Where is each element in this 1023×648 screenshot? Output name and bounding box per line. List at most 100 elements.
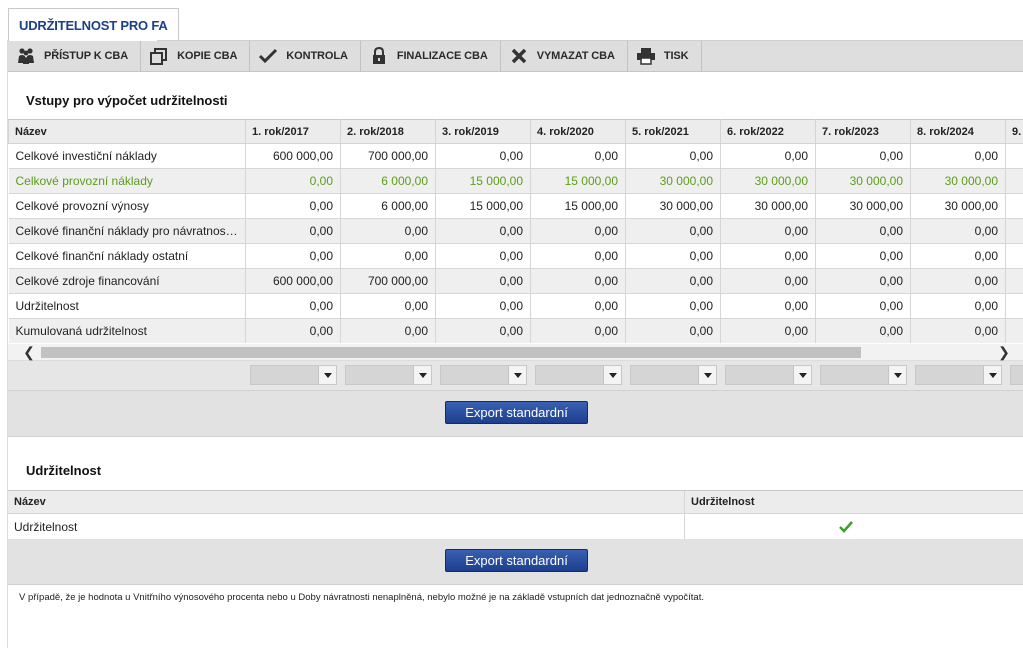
column-filter-select[interactable]: [725, 365, 812, 385]
table-row[interactable]: Kumulovaná udržitelnost 0,00 0,00 0,00 0,00 0…: [8, 318, 1023, 343]
pristup-k-cba-button[interactable]: PŘÍSTUP K CBA: [8, 41, 142, 71]
column-header[interactable]: 7. rok/2023: [815, 119, 911, 144]
value-cell: 0,00: [720, 318, 816, 343]
row-name-cell: Udržitelnost: [8, 293, 246, 319]
chevron-down-icon[interactable]: [603, 366, 621, 384]
value-cell: 700 000,00: [340, 143, 436, 169]
value-cell: 30 000,00: [720, 168, 816, 194]
value-cell: 0,00: [530, 268, 626, 294]
value-cell: 0,00: [720, 293, 816, 319]
column-header[interactable]: 2. rok/2018: [340, 119, 436, 144]
table-row[interactable]: Celkové zdroje financování 600 000,00 700 …: [8, 268, 1023, 294]
column-header[interactable]: 6. rok/2022: [720, 119, 816, 144]
value-cell: 0,00: [435, 218, 531, 244]
value-cell: 0,00: [910, 143, 1006, 169]
value-cell: 0,00: [720, 143, 816, 169]
value-cell: 0,00: [815, 218, 911, 244]
column-filter-select[interactable]: [820, 365, 907, 385]
column-filter-select[interactable]: [1010, 365, 1023, 385]
column-header[interactable]: 8. rok/2024: [910, 119, 1006, 144]
chevron-down-icon[interactable]: [698, 366, 716, 384]
row-name-cell: Celkové investiční náklady: [8, 143, 246, 169]
horizontal-scrollbar[interactable]: ❮ ❯: [8, 344, 1023, 361]
value-cell: 30 000,00: [720, 193, 816, 219]
kopie-cba-button[interactable]: KOPIE CBA: [141, 41, 251, 71]
value-cell: 0,00: [625, 268, 721, 294]
value-cell: 30 000,00: [910, 193, 1006, 219]
export-standard-button[interactable]: Export standardní: [445, 401, 588, 424]
row-name-cell: Celkové finanční náklady ostatní: [8, 243, 246, 269]
value-cell: 0,00: [340, 318, 436, 343]
value-cell: 15 000,00: [530, 193, 626, 219]
column-header[interactable]: 3. rok/2019: [435, 119, 531, 144]
print-icon: [636, 47, 656, 65]
export-standard-button[interactable]: Export standardní: [445, 549, 588, 572]
inputs-table: Název 1. rok/2017 2. rok/2018 3. rok/201…: [8, 119, 1023, 343]
column-header[interactable]: 5. rok/2021: [625, 119, 721, 144]
chevron-down-icon[interactable]: [983, 366, 1001, 384]
value-cell: 0,00: [245, 193, 341, 219]
tisk-button[interactable]: TISK: [628, 41, 702, 71]
value-cell: 0,00: [720, 268, 816, 294]
column-filter-select[interactable]: [345, 365, 432, 385]
lock-icon: [369, 47, 389, 65]
export-bar: Export standardní: [8, 539, 1023, 585]
chevron-down-icon[interactable]: [888, 366, 906, 384]
value-cell: 0,00: [530, 293, 626, 319]
table-row[interactable]: Udržitelnost 0,00 0,00 0,00 0,00 0,00 0,00 0,00…: [8, 293, 1023, 319]
value-cell: [1005, 293, 1023, 319]
sustainability-section-title: Udržitelnost: [26, 463, 102, 478]
row-name-cell: Kumulovaná udržitelnost: [8, 318, 246, 343]
value-cell: 0,00: [625, 293, 721, 319]
column-filter-select[interactable]: [250, 365, 337, 385]
column-filter-select[interactable]: [915, 365, 1002, 385]
row-name-cell: Celkové finanční náklady pro návratnost …: [8, 218, 246, 244]
value-cell: 0,00: [720, 243, 816, 269]
value-cell: 0,00: [910, 293, 1006, 319]
column-header[interactable]: 1. rok/2017: [245, 119, 341, 144]
finalizace-cba-button[interactable]: FINALIZACE CBA: [361, 41, 501, 71]
footnote: V případě, že je hodnota u Vnitřního výn…: [19, 592, 704, 603]
value-cell: 30 000,00: [625, 168, 721, 194]
table-row[interactable]: Celkové finanční náklady pro návratnost …: [8, 218, 1023, 244]
table-row[interactable]: Celkové investiční náklady 600 000,00 700 …: [8, 143, 1023, 169]
value-cell: 0,00: [435, 268, 531, 294]
column-header[interactable]: Název: [8, 119, 246, 144]
column-header[interactable]: 9.: [1005, 119, 1023, 144]
column-filter-select[interactable]: [535, 365, 622, 385]
vymazat-cba-button[interactable]: VYMAZAT CBA: [501, 41, 628, 71]
column-header[interactable]: Název: [8, 491, 685, 513]
value-cell: 700 000,00: [340, 268, 436, 294]
column-filter-select[interactable]: [630, 365, 717, 385]
value-cell: 0,00: [435, 243, 531, 269]
chevron-down-icon[interactable]: [413, 366, 431, 384]
table-row[interactable]: Celkové finanční náklady ostatní 0,00 0,00…: [8, 243, 1023, 269]
table-row[interactable]: Celkové provozní náklady 0,00 6 000,00 15 0…: [8, 168, 1023, 194]
copy-icon: [149, 47, 169, 65]
chevron-down-icon[interactable]: [508, 366, 526, 384]
export-bar: Export standardní: [8, 391, 1023, 437]
column-header[interactable]: Udržitelnost: [685, 491, 1023, 513]
tab-udrzitelnost-pro-fa[interactable]: UDRŽITELNOST PRO FA: [8, 8, 179, 42]
inputs-grid: Název 1. rok/2017 2. rok/2018 3. rok/201…: [8, 119, 1023, 343]
chevron-down-icon[interactable]: [318, 366, 336, 384]
value-cell: 0,00: [815, 318, 911, 343]
table-row[interactable]: Celkové provozní výnosy 0,00 6 000,00 15 00…: [8, 193, 1023, 219]
column-header[interactable]: 4. rok/2020: [530, 119, 626, 144]
value-cell: 0,00: [245, 243, 341, 269]
users-icon: [16, 47, 36, 65]
value-cell: 0,00: [910, 318, 1006, 343]
value-cell: 15 000,00: [435, 193, 531, 219]
value-cell: [1005, 268, 1023, 294]
scroll-left-icon[interactable]: ❮: [20, 344, 38, 360]
scrollbar-thumb[interactable]: [41, 347, 861, 358]
value-cell: 0,00: [340, 218, 436, 244]
value-cell: 0,00: [435, 293, 531, 319]
chevron-down-icon[interactable]: [793, 366, 811, 384]
kontrola-button[interactable]: KONTROLA: [250, 41, 361, 71]
value-cell: 0,00: [530, 218, 626, 244]
table-row[interactable]: Udržitelnost: [8, 514, 1023, 540]
scroll-right-icon[interactable]: ❯: [995, 344, 1013, 360]
value-cell: 0,00: [245, 318, 341, 343]
column-filter-select[interactable]: [440, 365, 527, 385]
